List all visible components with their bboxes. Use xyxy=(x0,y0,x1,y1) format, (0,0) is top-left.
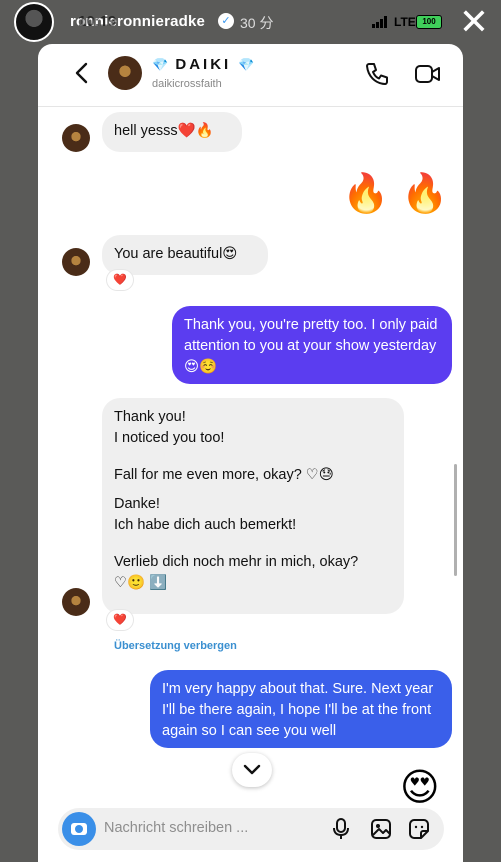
story-header: ronnieronnieradke 10:19 ✓ 30 分 LTE 100 ✕ xyxy=(0,0,501,48)
message-line: Thank you! xyxy=(114,409,186,425)
message-input[interactable]: Nachricht schreiben ... xyxy=(104,820,248,836)
message-avatar xyxy=(62,124,90,152)
network-label: LTE xyxy=(394,15,416,29)
message-bubble-incoming[interactable]: hell yesss❤️🔥 xyxy=(102,112,242,152)
signal-icon xyxy=(372,16,390,28)
translation-line: Danke! xyxy=(114,496,160,512)
message-bubble-incoming[interactable]: Thank you! I noticed you too! Fall for m… xyxy=(102,398,404,614)
dm-screenshot: 💎 DAIKI 💎 daikicrossfaith hell yesss❤️🔥 … xyxy=(38,44,463,862)
hide-translation-link[interactable]: Übersetzung verbergen xyxy=(114,640,237,652)
message-line: Fall for me even more, okay? ♡😓 xyxy=(114,467,334,483)
contact-avatar[interactable] xyxy=(108,56,142,90)
contact-handle: daikicrossfaith xyxy=(152,78,222,90)
gallery-icon[interactable] xyxy=(370,818,392,840)
camera-icon[interactable] xyxy=(62,812,96,846)
battery-icon: 100 xyxy=(416,15,442,29)
diamond-icon: 💎 xyxy=(152,57,169,72)
emoji-message-outgoing[interactable]: 😍 xyxy=(400,768,440,808)
message-bubble-incoming[interactable]: You are beautiful😍 xyxy=(102,235,268,275)
contact-name-text: DAIKI xyxy=(175,56,232,73)
microphone-icon[interactable] xyxy=(332,818,350,840)
message-bubble-outgoing[interactable]: I'm very happy about that. Sure. Next ye… xyxy=(150,670,452,748)
status-clock: 10:19 xyxy=(78,13,117,30)
sticker-icon[interactable] xyxy=(408,818,430,840)
story-age: 30 分 xyxy=(240,15,274,31)
message-avatar xyxy=(62,588,90,616)
story-avatar[interactable] xyxy=(14,2,54,42)
message-line: I noticed you too! xyxy=(114,430,225,446)
contact-name[interactable]: 💎 DAIKI 💎 xyxy=(152,56,255,73)
emoji-message-outgoing[interactable]: 🔥🔥 xyxy=(342,174,461,214)
chat-header: 💎 DAIKI 💎 daikicrossfaith xyxy=(38,44,463,107)
translation-line: Ich habe dich auch bemerkt! xyxy=(114,517,297,533)
close-icon[interactable]: ✕ xyxy=(456,4,492,40)
diamond-icon: 💎 xyxy=(238,57,255,72)
translation-line: ♡🙂 ⬇️ xyxy=(114,575,168,591)
status-bar-right: LTE 100 xyxy=(372,15,452,29)
message-bubble-outgoing[interactable]: Thank you, you're pretty too. I only pai… xyxy=(172,306,452,384)
back-arrow-icon[interactable] xyxy=(72,61,92,85)
scroll-to-bottom-button[interactable] xyxy=(232,753,272,787)
heart-reaction-icon[interactable]: ❤️ xyxy=(107,270,133,290)
message-avatar xyxy=(62,248,90,276)
phone-call-icon[interactable] xyxy=(364,61,390,87)
scrollbar[interactable] xyxy=(454,464,457,576)
verified-badge-icon: ✓ xyxy=(218,13,234,29)
translation-line: Verlieb dich noch mehr in mich, okay? xyxy=(114,554,359,570)
video-call-icon[interactable] xyxy=(414,61,442,87)
message-composer[interactable]: Nachricht schreiben ... xyxy=(58,808,444,850)
heart-reaction-icon[interactable]: ❤️ xyxy=(107,610,133,630)
